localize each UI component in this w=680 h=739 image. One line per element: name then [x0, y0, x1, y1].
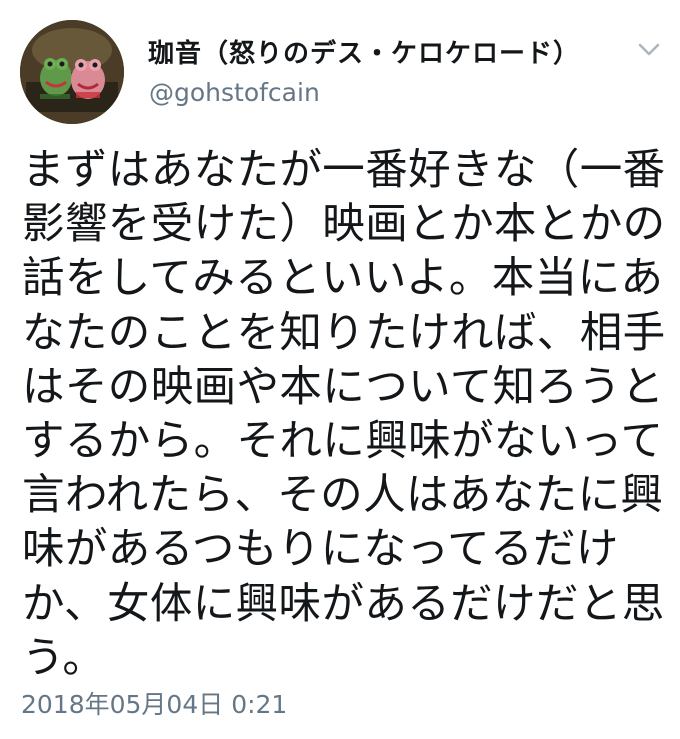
tweet-text-line: まずはあなたが一番好きな（一番 [22, 146, 666, 195]
display-name[interactable]: 珈音（怒りのデス・ケロケロード） [148, 33, 580, 70]
tweet-text-line: 話をしてみるといいよ。本当にあ [22, 254, 664, 304]
tweet-text-line: はその映画や本について知ろうと [22, 362, 665, 412]
avatar-image [20, 20, 124, 124]
avatar[interactable] [20, 20, 124, 124]
tweet-text-line: 味があるつもりになってるだけ [22, 525, 619, 575]
tweet-text-line: なたのことを知りたければ、相手 [22, 308, 666, 358]
tweet-text-line: 影響を受けた）映画とか本とかの [22, 200, 666, 250]
tweet-text-line: するから。それに興味がないって [22, 416, 664, 466]
tweet-text-line: 言われたら、その人はあなたに興 [22, 471, 664, 521]
tweet-timestamp[interactable]: 2018年05月04日 0:21 [21, 685, 287, 721]
tweet-text-line: か、女体に興味があるだけだと思 [22, 579, 665, 629]
tweet-text-line: う。 [22, 633, 106, 683]
chevron-down-icon[interactable] [634, 34, 664, 64]
tweet-card: 珈音（怒りのデス・ケロケロード） @gohstofcain まずはあなたが一番好… [0, 0, 680, 739]
tweet-text: まずはあなたが一番好きな（一番 影響を受けた）映画とか本とかの 話をしてみるとい… [22, 144, 666, 686]
user-handle[interactable]: @gohstofcain [149, 78, 320, 107]
